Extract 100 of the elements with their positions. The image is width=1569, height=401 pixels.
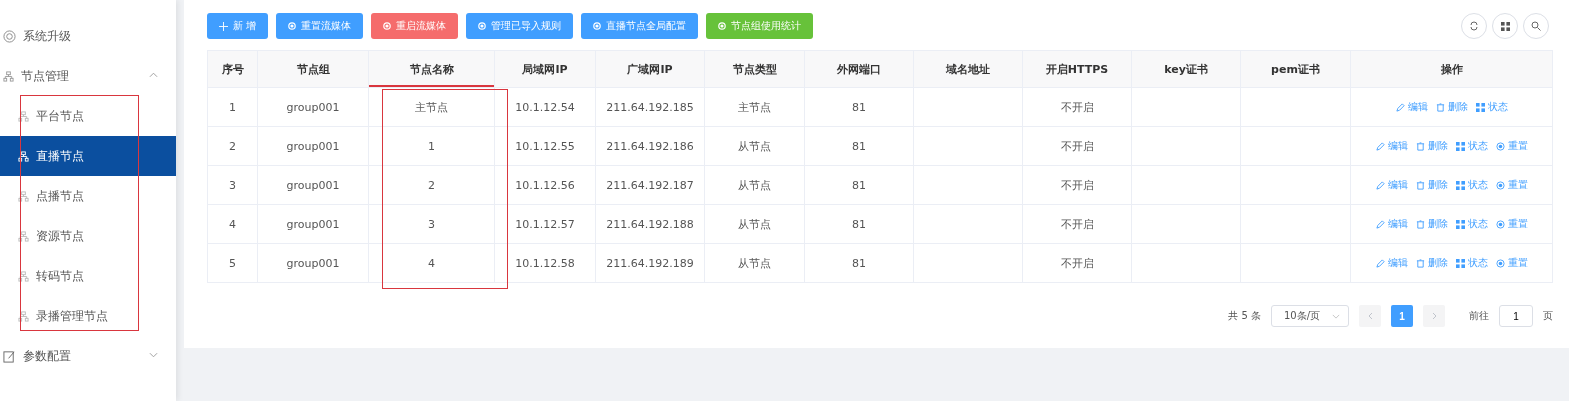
table-cell: 10.1.12.56: [515, 178, 575, 192]
action-link[interactable]: 编辑: [1375, 178, 1408, 192]
search-button[interactable]: [1523, 13, 1549, 39]
table-cell: group001: [286, 139, 340, 153]
grid-icon: [1455, 180, 1465, 190]
table-cell: 不开启: [1060, 99, 1094, 115]
sidebar-subitem-label: 直播节点: [36, 147, 84, 165]
page-input[interactable]: 1: [1499, 305, 1533, 327]
table-cell: 主节点: [415, 99, 448, 115]
action-link[interactable]: 删除: [1415, 256, 1448, 270]
network-icon: [18, 190, 29, 202]
toolbar-button[interactable]: 节点组使用统计: [706, 13, 814, 39]
table-cell: 81: [852, 100, 866, 114]
columns-button[interactable]: [1492, 13, 1518, 39]
table-cell: 211.64.192.186: [606, 139, 694, 153]
trash-icon: [1415, 180, 1425, 190]
toolbar-button[interactable]: 重启流媒体: [371, 13, 459, 39]
action-link[interactable]: 删除: [1415, 139, 1448, 153]
table-cell: 81: [852, 178, 866, 192]
action-link[interactable]: 状态: [1455, 256, 1488, 270]
table-cell: 3: [229, 178, 236, 192]
table-cell: group001: [286, 217, 340, 231]
toolbar-button[interactable]: 重置流媒体: [276, 13, 364, 39]
sidebar-subitem[interactable]: 转码节点: [0, 256, 176, 296]
pencil-icon: [1375, 141, 1385, 151]
action-link[interactable]: 重置: [1495, 217, 1528, 231]
sidebar-subitem[interactable]: 资源节点: [0, 216, 176, 256]
action-link[interactable]: 重置: [1495, 178, 1528, 192]
network-icon: [18, 110, 29, 122]
action-link[interactable]: 重置: [1495, 256, 1528, 270]
action-link[interactable]: 重置: [1495, 139, 1528, 153]
table-cell: group001: [286, 100, 340, 114]
network-icon: [18, 270, 29, 282]
action-link[interactable]: 删除: [1415, 217, 1448, 231]
trash-icon: [1415, 141, 1425, 151]
sidebar-subitem-label: 资源节点: [36, 227, 84, 245]
caret-icon: [1332, 313, 1340, 319]
refresh-icon: [1469, 21, 1479, 31]
sidebar-subitem[interactable]: 录播管理节点: [0, 296, 176, 336]
page-button[interactable]: 1: [1391, 305, 1413, 327]
action-link[interactable]: 状态: [1455, 178, 1488, 192]
table-cell: 10.1.12.57: [515, 217, 575, 231]
sidebar-subitem[interactable]: 直播节点: [0, 136, 176, 176]
table-cell: 从节点: [738, 216, 771, 232]
pencil-icon: [1375, 180, 1385, 190]
sidebar-item[interactable]: 节点管理: [0, 56, 176, 96]
action-link[interactable]: 编辑: [1375, 256, 1408, 270]
table-cell: 10.1.12.58: [515, 256, 575, 270]
dot-icon: [383, 22, 392, 30]
network-icon: [18, 230, 29, 242]
toolbar-button[interactable]: 直播节点全局配置: [581, 13, 699, 39]
sidebar-item-label: 系统升级: [23, 27, 71, 45]
action-link[interactable]: 删除: [1435, 100, 1468, 114]
network-icon: [18, 150, 29, 162]
grid-icon: [1475, 102, 1485, 112]
search-icon: [1531, 21, 1541, 31]
chevron-right-icon: [1431, 312, 1437, 320]
table-cell: 从节点: [738, 255, 771, 271]
table-cell: 1: [428, 139, 435, 153]
table-cell: 4: [428, 256, 435, 270]
table-cell: group001: [286, 256, 340, 270]
action-link[interactable]: 删除: [1415, 178, 1448, 192]
table-cell: 81: [852, 256, 866, 270]
action-link[interactable]: 状态: [1455, 217, 1488, 231]
toolbar-button[interactable]: 新 增: [207, 13, 269, 39]
sidebar-item[interactable]: 参数配置: [0, 336, 176, 376]
action-link[interactable]: 编辑: [1375, 217, 1408, 231]
trash-icon: [1435, 102, 1445, 112]
dot-icon: [718, 22, 727, 30]
action-link[interactable]: 状态: [1475, 100, 1508, 114]
caret-icon: [149, 352, 158, 358]
sidebar-subitem[interactable]: 点播节点: [0, 176, 176, 216]
dot-icon: [1495, 180, 1505, 190]
table-cell: 不开启: [1060, 216, 1094, 232]
table-cell: 211.64.192.188: [606, 217, 694, 231]
dot-icon: [593, 22, 602, 30]
sidebar-item[interactable]: 系统升级: [0, 16, 176, 56]
dot-icon: [1495, 141, 1505, 151]
page-size-select[interactable]: 10条/页: [1271, 305, 1349, 327]
action-link[interactable]: 编辑: [1375, 139, 1408, 153]
action-link[interactable]: 编辑: [1395, 100, 1428, 114]
action-link[interactable]: 状态: [1455, 139, 1488, 153]
table-cell: 2: [229, 139, 236, 153]
sidebar-subitem-label: 平台节点: [36, 107, 84, 125]
circle-icon: [3, 29, 16, 43]
sidebar-subitem-label: 点播节点: [36, 187, 84, 205]
grid-icon: [1455, 141, 1465, 151]
table-cell: 从节点: [738, 138, 771, 154]
total-count: 共 5 条: [1228, 309, 1261, 323]
table-cell: 主节点: [738, 99, 771, 115]
table-cell: 2: [428, 178, 435, 192]
refresh-button[interactable]: [1461, 13, 1487, 39]
toolbar-button[interactable]: 管理已导入规则: [466, 13, 574, 39]
sidebar-subitem[interactable]: 平台节点: [0, 96, 176, 136]
trash-icon: [1415, 258, 1425, 268]
table-cell: 不开启: [1060, 255, 1094, 271]
table-cell: 10.1.12.55: [515, 139, 575, 153]
table-cell: 1: [229, 100, 236, 114]
plus-icon: [219, 21, 228, 31]
table-cell: 211.64.192.187: [606, 178, 694, 192]
